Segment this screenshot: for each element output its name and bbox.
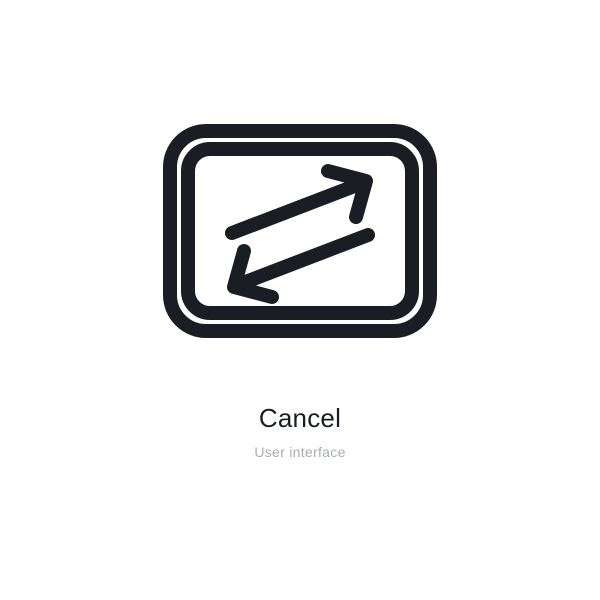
cancel-swap-icon: [160, 121, 440, 341]
icon-title: Cancel: [259, 403, 341, 434]
icon-subtitle: User interface: [254, 444, 345, 460]
